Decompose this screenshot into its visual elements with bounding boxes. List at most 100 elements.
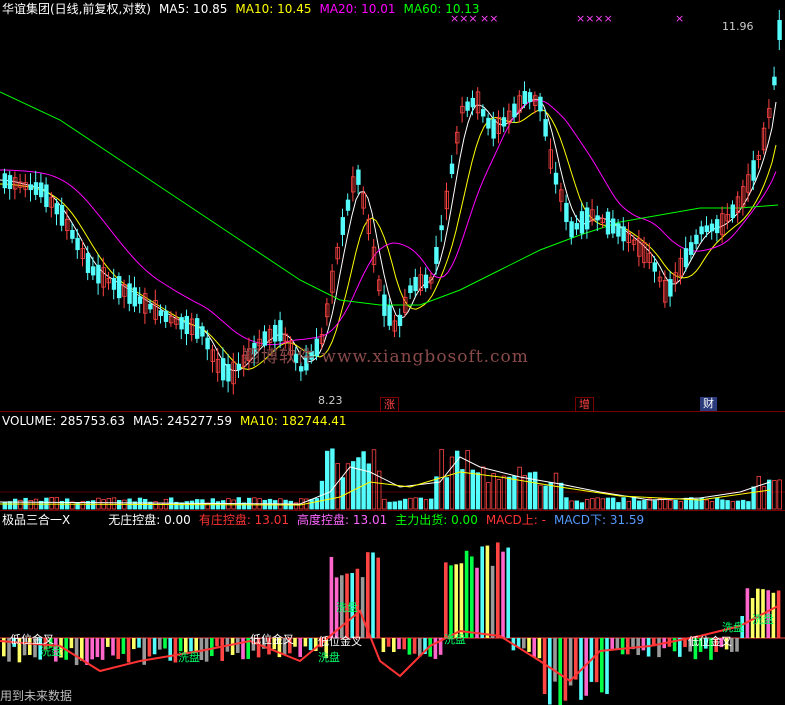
indicator-bar: [776, 590, 781, 638]
volume-bar: [751, 486, 756, 510]
volume-bar: [444, 477, 449, 510]
volume-bar: [18, 499, 23, 510]
indicator-bar: [230, 638, 235, 655]
candle-body: [272, 324, 278, 342]
wash-label-2: 洗盘: [178, 651, 200, 664]
volume-bar: [111, 497, 117, 510]
volume-bar: [340, 477, 345, 510]
indicator-bar: [106, 638, 110, 647]
volume-bar: [533, 471, 538, 510]
candle-body: [480, 109, 486, 117]
candle-body: [226, 364, 231, 382]
volume-bar: [517, 466, 522, 510]
price-panel[interactable]: 华谊集团(日线,前复权,对数) MA5: 10.85 MA10: 10.45 MA20…: [0, 0, 785, 411]
low-price-label: 8.23: [318, 394, 343, 407]
tag-cai[interactable]: 财: [700, 397, 717, 411]
candle-body: [512, 103, 517, 118]
indicator-bar: [173, 638, 178, 663]
volume-panel[interactable]: VOLUME: 285753.63 MA5: 245277.59 MA10: 182…: [0, 412, 785, 510]
tag-zeng[interactable]: 增: [575, 397, 594, 411]
candle-body: [127, 283, 132, 304]
volume-bar: [158, 502, 163, 510]
volume-bar: [548, 482, 553, 510]
x-mark-2: ××: [480, 12, 499, 25]
indicator-chart[interactable]: [0, 511, 785, 705]
candle-body: [85, 253, 91, 273]
candle-body: [194, 318, 200, 339]
volume-bar: [704, 499, 709, 510]
indicator-bar: [506, 547, 510, 638]
x-mark-4: ×: [675, 12, 685, 25]
volume-bar: [350, 461, 356, 510]
volume-bar: [657, 498, 663, 510]
volume-bar: [652, 500, 657, 510]
volume-ma5-line: [0, 456, 771, 505]
candle-body: [28, 184, 33, 191]
candle-body: [465, 101, 470, 111]
volume-bar: [470, 469, 475, 510]
candle-body: [699, 226, 704, 235]
candle-body: [7, 175, 13, 190]
volume-bar: [434, 476, 439, 510]
candle-body: [689, 242, 694, 255]
indicator-bar: [537, 638, 542, 659]
wash-label-7: 洗盘: [752, 613, 774, 626]
volume-bar: [673, 499, 678, 510]
indicator-bar: [147, 638, 152, 657]
candle-body: [611, 218, 616, 234]
indicator-bar: [376, 557, 380, 638]
candle-body: [117, 276, 122, 299]
indicator-bar: [397, 638, 401, 650]
indicator-bar: [69, 638, 74, 649]
price-header: 华谊集团(日线,前复权,对数) MA5: 10.85 MA10: 10.45 MA20…: [2, 2, 488, 16]
candle-body: [158, 310, 163, 316]
volume-bar: [496, 479, 501, 510]
future-data-label: 用到未来数据: [0, 689, 73, 703]
volume-bar: [579, 502, 585, 510]
volume-bar: [184, 501, 189, 510]
candle-body: [491, 119, 496, 139]
volume-bar: [730, 501, 735, 510]
indicator-bar: [522, 638, 526, 649]
indicator-bar: [615, 638, 620, 650]
indicator-bar: [563, 638, 568, 701]
volume-bar: [663, 498, 668, 510]
indicator-bar: [605, 638, 609, 695]
candle-body: [553, 172, 559, 185]
wash-label-6: 洗盘: [722, 621, 744, 634]
candle-body: [205, 337, 210, 350]
gaodu-value: 高度控盘: 13.01: [297, 513, 388, 527]
ma60-line: [0, 91, 779, 306]
indicator-bar: [163, 638, 167, 649]
volume-bar: [96, 497, 101, 510]
indicator-panel[interactable]: 极品三合一X 无庄控盘: 0.00 有庄控盘: 13.01 高度控盘: 13.01 主力…: [0, 511, 785, 705]
indicator-bar: [480, 546, 484, 638]
wuzhuang-value: 无庄控盘: 0.00: [108, 513, 191, 527]
candle-body: [605, 211, 611, 235]
volume-bar: [418, 497, 423, 510]
volume-bar: [428, 498, 434, 510]
indicator-bar: [402, 638, 406, 650]
volume-bar: [746, 501, 751, 510]
indicator-bar: [100, 638, 105, 660]
candle-body: [527, 92, 533, 103]
candle-body: [751, 160, 756, 181]
candle-body: [621, 226, 626, 242]
volume-bar: [413, 497, 418, 510]
tag-zhang[interactable]: 涨: [380, 397, 399, 411]
wash-label-1: 洗盘: [40, 645, 62, 658]
candle-body: [413, 276, 418, 292]
low-cross-label-3: 低位金叉: [318, 635, 362, 648]
indicator-bar: [610, 638, 614, 651]
volume-bar: [366, 463, 371, 510]
low-cross-label-4: 低位金叉: [688, 635, 732, 648]
indicator-bar: [454, 564, 458, 638]
candle-body: [163, 310, 169, 322]
candle-body: [345, 199, 351, 211]
indicator-bar: [111, 638, 115, 656]
indicator-bar: [620, 638, 625, 655]
ma20-value: MA20: 10.01: [319, 2, 396, 16]
indicator-bar: [303, 638, 308, 647]
indicator-bar: [735, 638, 739, 652]
indicator-bar: [158, 638, 162, 650]
